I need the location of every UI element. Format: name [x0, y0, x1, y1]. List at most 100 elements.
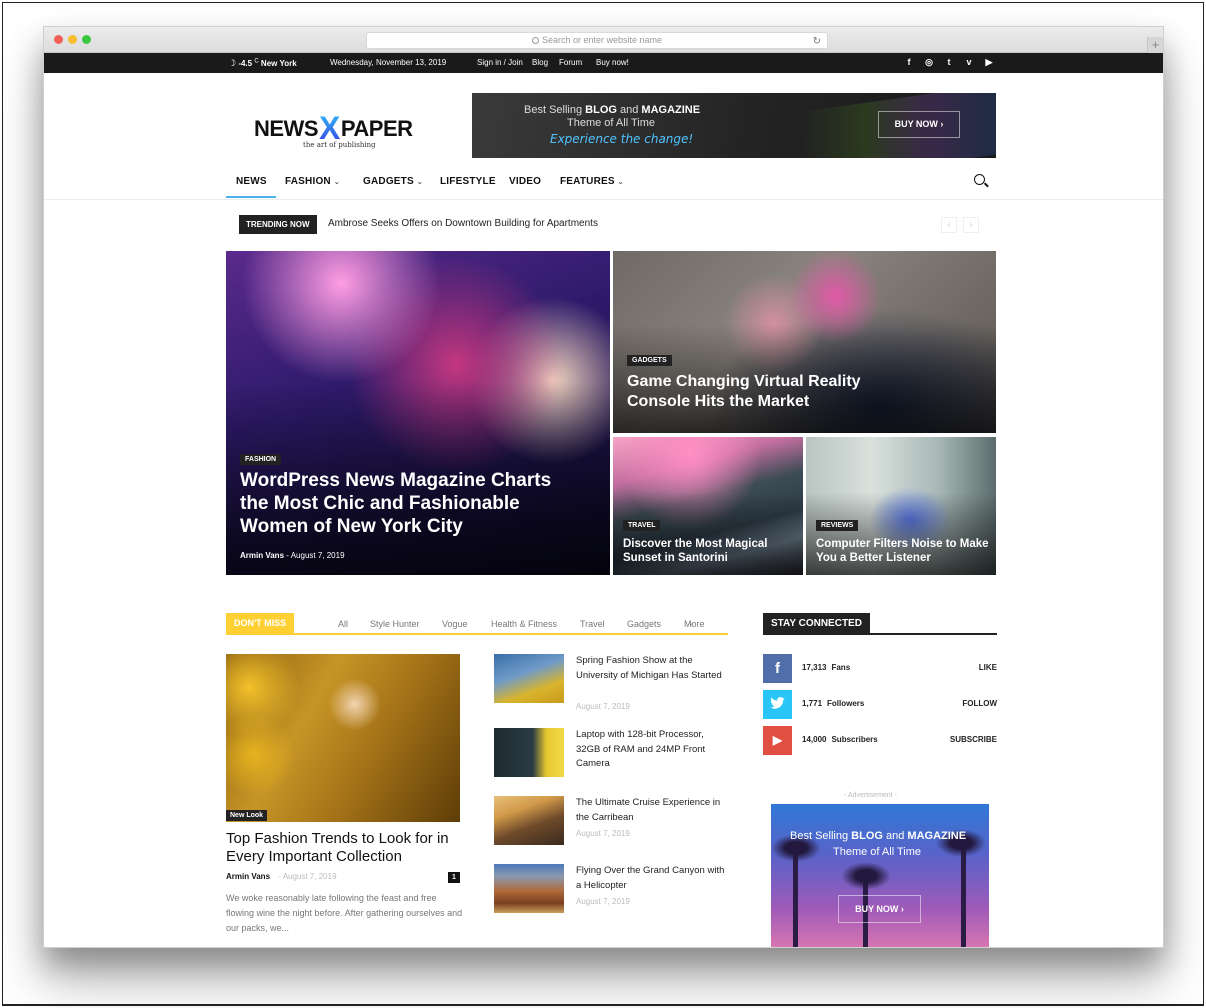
nav-item-gadgets[interactable]: GADGETS ⌄ [363, 176, 423, 187]
category-badge[interactable]: TRAVEL [623, 520, 661, 531]
article-author[interactable]: Armin Vans [240, 551, 284, 560]
filter-style-hunter[interactable]: Style Hunter [370, 619, 420, 629]
trending-headline[interactable]: Ambrose Seeks Offers on Downtown Buildin… [328, 218, 598, 229]
list-item-title[interactable]: Spring Fashion Show at the University of… [576, 654, 726, 683]
dont-miss-label: DON'T MISS [226, 613, 295, 634]
weather-widget: ☽ -4.5 C New York [228, 58, 297, 69]
ad-headline: Best Selling BLOG and MAGAZINE [790, 830, 967, 842]
palm-tree-graphic [841, 862, 891, 890]
article-title[interactable]: WordPress News Magazine Charts the Most … [240, 469, 580, 539]
trending-prev-button[interactable]: ‹ [941, 217, 957, 233]
featured-santorini-article[interactable]: TRAVEL Discover the Most Magical Sunset … [613, 437, 803, 575]
current-date: Wednesday, November 13, 2019 [330, 58, 447, 67]
temperature: -4.5 [238, 59, 253, 68]
big-card-image[interactable] [226, 654, 460, 822]
featured-reviews-article[interactable]: REVIEWS Computer Filters Noise to Make Y… [806, 437, 996, 575]
social-row-facebook[interactable]: f 17,313 Fans LIKE [763, 654, 997, 684]
close-window-button[interactable] [54, 35, 63, 44]
buy-now-link[interactable]: Buy now! [596, 58, 629, 67]
list-item-title[interactable]: Laptop with 128-bit Processor, 32GB of R… [576, 728, 726, 772]
minimize-window-button[interactable] [68, 35, 77, 44]
featured-vr-article[interactable]: GADGETS Game Changing Virtual Reality Co… [613, 251, 996, 433]
social-row-youtube[interactable]: ▶ 14,000 Subscribers SUBSCRIBE [763, 726, 997, 756]
list-item-thumbnail[interactable] [494, 796, 564, 845]
chevron-down-icon: ⌄ [416, 179, 423, 186]
youtube-icon[interactable]: ▶ [984, 57, 994, 68]
main-nav: NEWS FASHION ⌄ GADGETS ⌄ LIFESTYLE VIDEO F… [226, 167, 996, 199]
maximize-window-button[interactable] [82, 35, 91, 44]
nav-item-fashion[interactable]: FASHION ⌄ [285, 176, 340, 187]
big-card-author[interactable]: Armin Vans [226, 872, 270, 881]
chevron-down-icon: ⌄ [333, 179, 340, 186]
stay-connected-header: STAY CONNECTED [763, 613, 997, 635]
reload-icon[interactable]: ↻ [813, 34, 821, 49]
address-bar[interactable]: Search or enter website name ↻ [366, 32, 828, 49]
filter-vogue[interactable]: Vogue [442, 619, 468, 629]
trending-next-button[interactable]: › [963, 217, 979, 233]
list-item-title[interactable]: Flying Over the Grand Canyon with a Heli… [576, 864, 726, 893]
vimeo-icon[interactable]: v [964, 57, 974, 68]
browser-chrome: Search or enter website name ↻ + [44, 27, 1163, 53]
nav-item-news[interactable]: NEWS [236, 176, 267, 187]
big-card-meta: Armin Vans - August 7, 2019 [226, 872, 337, 881]
subscribe-button[interactable]: SUBSCRIBE [950, 735, 997, 744]
banner-buy-now-button[interactable]: BUY NOW › [878, 111, 960, 138]
top-social-icons: f ◎ t v ▶ [904, 57, 994, 68]
social-count: 1,771 Followers [802, 699, 865, 708]
big-card-badge[interactable]: New Look [226, 810, 268, 821]
dont-miss-header: DON'T MISS All Style Hunter Vogue Health… [226, 613, 728, 635]
follow-button[interactable]: FOLLOW [962, 699, 997, 708]
article-title[interactable]: Game Changing Virtual Reality Console Hi… [627, 372, 887, 411]
logo-text-paper: PAPER [340, 116, 413, 141]
twitter-icon[interactable] [763, 690, 792, 719]
youtube-icon[interactable]: ▶ [763, 726, 792, 755]
browser-window: Search or enter website name ↻ + ☽ -4.5 … [43, 26, 1164, 948]
filter-travel[interactable]: Travel [580, 619, 605, 629]
sidebar-ad[interactable]: Best Selling BLOG and MAGAZINE Theme of … [771, 804, 989, 947]
trending-arrows: ‹ › [941, 217, 979, 233]
weather-city: New York [260, 59, 297, 68]
list-item-thumbnail[interactable] [494, 654, 564, 703]
big-card-title[interactable]: Top Fashion Trends to Look for in Every … [226, 830, 466, 867]
banner-subheadline: Theme of All Time [567, 117, 656, 129]
featured-main-article[interactable]: FASHION WordPress News Magazine Charts t… [226, 251, 610, 575]
blog-link[interactable]: Blog [532, 58, 548, 67]
category-badge[interactable]: FASHION [240, 454, 282, 465]
header-ad-banner[interactable]: Best Selling BLOG and MAGAZINE Theme of … [472, 93, 996, 158]
site-header: NEWSXPAPER the art of publishing Best Se… [226, 93, 996, 159]
filter-all[interactable]: All [338, 619, 348, 629]
nav-item-features[interactable]: FEATURES ⌄ [560, 176, 624, 187]
facebook-icon[interactable]: f [763, 654, 792, 683]
nav-item-lifestyle[interactable]: LIFESTYLE [440, 176, 496, 187]
forum-link[interactable]: Forum [559, 58, 582, 67]
filter-gadgets[interactable]: Gadgets [627, 619, 661, 629]
search-icon[interactable] [974, 174, 985, 185]
chevron-down-icon: ⌄ [617, 179, 624, 186]
comment-count-badge[interactable]: 1 [448, 872, 460, 883]
instagram-icon[interactable]: ◎ [924, 57, 934, 68]
nav-item-video[interactable]: VIDEO [509, 176, 541, 187]
list-item-title[interactable]: The Ultimate Cruise Experience in the Ca… [576, 796, 726, 825]
ad-buy-now-button[interactable]: BUY NOW › [838, 895, 921, 923]
list-item-thumbnail[interactable] [494, 728, 564, 777]
social-count: 14,000 Subscribers [802, 735, 878, 744]
list-item-thumbnail[interactable] [494, 864, 564, 913]
article-title[interactable]: Discover the Most Magical Sunset in Sant… [623, 537, 793, 565]
filter-health-fitness[interactable]: Health & Fitness [491, 619, 557, 629]
sign-in-link[interactable]: Sign in / Join [477, 58, 523, 67]
moon-icon: ☽ [228, 58, 237, 68]
facebook-icon[interactable]: f [904, 57, 914, 68]
category-badge[interactable]: REVIEWS [816, 520, 859, 531]
list-item-date: August 7, 2019 [576, 702, 630, 711]
article-title[interactable]: Computer Filters Noise to Make You a Bet… [816, 537, 992, 565]
social-row-twitter[interactable]: 1,771 Followers FOLLOW [763, 690, 997, 720]
search-icon [531, 37, 539, 44]
article-meta: Armin Vans - August 7, 2019 [240, 551, 345, 560]
temperature-unit: C [254, 58, 259, 65]
like-button[interactable]: LIKE [979, 663, 997, 672]
new-tab-button[interactable]: + [1147, 37, 1163, 53]
twitter-icon[interactable]: t [944, 57, 954, 68]
chevron-down-icon: ⌄ [688, 620, 694, 627]
stay-connected-label: STAY CONNECTED [763, 613, 870, 634]
category-badge[interactable]: GADGETS [627, 355, 672, 366]
